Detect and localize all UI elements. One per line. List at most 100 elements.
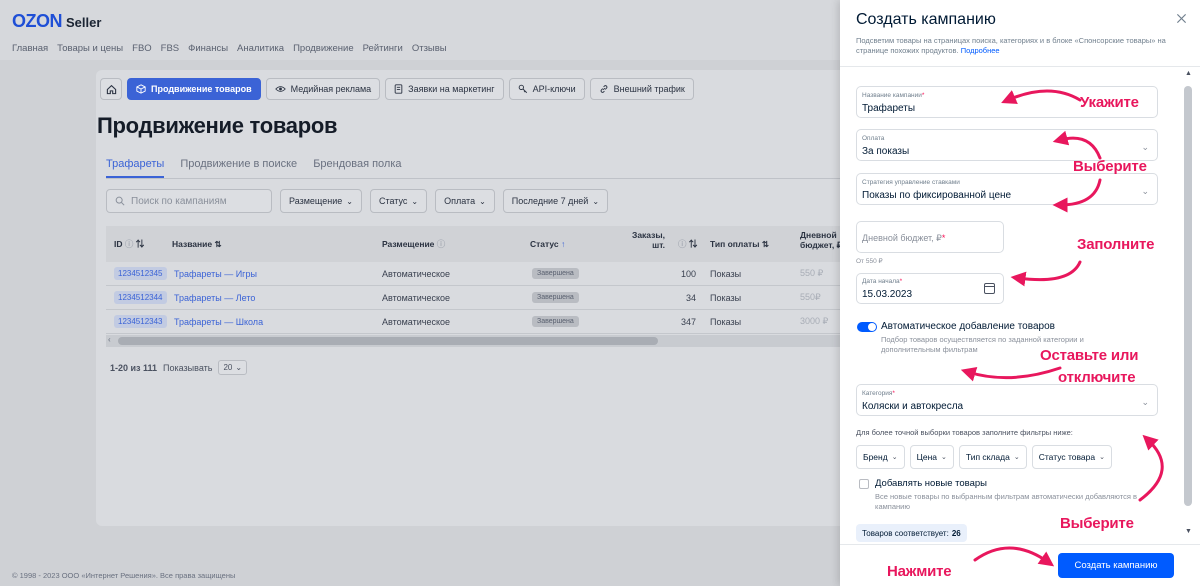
logo-product: Seller — [66, 15, 102, 30]
top-nav-item-products[interactable]: Товары и цены — [57, 43, 123, 54]
tab-stencils[interactable]: Трафареты — [106, 158, 165, 178]
campaign-orders: 347 — [680, 316, 696, 327]
start-date-value: 15.03.2023 — [862, 289, 913, 300]
ozon-logo[interactable]: OZON Seller — [12, 11, 101, 32]
filter-price[interactable]: Цена ⌄ — [909, 445, 954, 469]
category-select[interactable]: Категория* Коляски и автокресла ⌄ — [856, 384, 1158, 416]
add-new-products-description: Все новые товары по выбранным фильтрам а… — [875, 492, 1137, 511]
bid-strategy-select[interactable]: Стратегия управление ставками Показы по … — [856, 173, 1158, 205]
filter-label: Размещение — [289, 196, 343, 206]
required-mark: * — [899, 278, 903, 285]
campaign-name-link[interactable]: Трафареты — Лето — [174, 293, 255, 303]
filter-label: Статус товара — [1038, 452, 1096, 462]
subnav-label: Заявки на маркетинг — [408, 84, 495, 94]
header-name[interactable]: Название ⇅ — [172, 239, 222, 250]
table-row[interactable]: 1234512344 Трафареты — Лето Автоматическ… — [106, 286, 840, 310]
chevron-left-icon[interactable]: ‹ — [108, 335, 111, 344]
close-button[interactable] — [1176, 11, 1187, 29]
chevron-up-icon[interactable]: ▲ — [1185, 70, 1192, 77]
top-nav-item-main[interactable]: Главная — [12, 43, 48, 54]
header-label: ID — [114, 239, 123, 249]
campaign-id[interactable]: 1234512345 — [114, 267, 167, 280]
tab-brand-shelf[interactable]: Брендовая полка — [313, 158, 401, 178]
top-nav-item-finance[interactable]: Финансы — [188, 43, 228, 54]
campaign-name-link[interactable]: Трафареты — Игры — [174, 269, 257, 279]
top-nav-item-ratings[interactable]: Рейтинги — [363, 43, 403, 54]
filter-status[interactable]: Статус ⌄ — [369, 189, 428, 213]
campaign-name-link[interactable]: Трафареты — Школа — [174, 317, 263, 327]
create-campaign-button[interactable]: Создать кампанию — [1058, 553, 1174, 578]
header-id[interactable]: ID ⓘ ⇅ — [114, 238, 144, 250]
table-horizontal-scrollbar[interactable]: ‹ — [106, 335, 840, 347]
matching-products-badge: Товаров соответствует: 26 — [856, 524, 967, 542]
required-mark: * — [892, 390, 895, 397]
campaign-search-input[interactable]: Поиск по кампаниям — [106, 189, 272, 213]
table-header: ID ⓘ ⇅ Название ⇅ Размещение ⓘ Статус ↑ … — [106, 226, 842, 262]
drawer-description: Подсветим товары на страницах поиска, ка… — [856, 36, 1166, 56]
annotation-fill: Заполните — [1077, 236, 1155, 253]
header-status[interactable]: Статус ↑ — [530, 239, 565, 249]
home-button[interactable] — [100, 78, 122, 100]
header-label: Дневной — [800, 230, 837, 240]
top-bar: OZON Seller Главная Товары и цены FBO FBS… — [0, 0, 840, 60]
drawer-vertical-scrollbar[interactable]: ▲ ▼ — [1182, 70, 1194, 540]
scrollbar-thumb[interactable] — [1184, 86, 1192, 506]
search-icon — [115, 196, 125, 206]
logo-brand: OZON — [12, 11, 63, 31]
filter-brand[interactable]: Бренд ⌄ — [856, 445, 905, 469]
field-label: Дата начала* — [862, 278, 902, 285]
more-link[interactable]: Подробнее — [961, 46, 1000, 55]
start-date-input[interactable]: Дата начала* 15.03.2023 — [856, 273, 1004, 304]
auto-add-toggle[interactable] — [857, 322, 877, 332]
subnav-external-traffic[interactable]: Внешний трафик — [589, 78, 694, 100]
daily-budget-input[interactable]: Дневной бюджет, ₽* — [856, 221, 1004, 253]
subnav-api-keys[interactable]: API-ключи — [508, 78, 585, 100]
chevron-down-icon: ⌄ — [1013, 454, 1020, 461]
top-nav-item-analytics[interactable]: Аналитика — [237, 43, 284, 54]
campaign-placement: Автоматическое — [382, 316, 451, 327]
scrollbar-thumb[interactable] — [118, 337, 658, 345]
subnav-media-ads[interactable]: Медийная реклама — [265, 78, 381, 100]
tab-search-promotion[interactable]: Продвижение в поиске — [180, 158, 297, 178]
filter-period[interactable]: Последние 7 дней ⌄ — [502, 189, 609, 213]
field-label: Категория* — [862, 390, 895, 397]
campaign-placement: Автоматическое — [382, 268, 451, 279]
campaigns-table: ID ⓘ ⇅ Название ⇅ Размещение ⓘ Статус ↑ … — [106, 226, 842, 334]
annotation-choose: Выберите — [1073, 158, 1147, 175]
box-icon — [136, 84, 146, 94]
matches-label: Товаров соответствует: — [862, 528, 949, 538]
header-orders[interactable]: Заказы, шт. — [632, 230, 665, 250]
top-nav-item-reviews[interactable]: Отзывы — [412, 43, 447, 54]
field-label: Оплата — [862, 135, 885, 142]
page-size-select[interactable]: 20 ⌄ — [218, 360, 248, 375]
filter-payment[interactable]: Оплата ⌄ — [435, 189, 495, 213]
header-budget[interactable]: Дневной бюджет, ₽ — [800, 230, 842, 250]
subnav-product-promotion[interactable]: Продвижение товаров — [127, 78, 261, 100]
table-row[interactable]: 1234512345 Трафареты — Игры Автоматическ… — [106, 262, 840, 286]
subnav-marketing-requests[interactable]: Заявки на маркетинг — [385, 78, 504, 100]
subnav-label: API-ключи — [532, 84, 576, 94]
filter-label: Статус — [378, 196, 408, 206]
campaign-id[interactable]: 1234512344 — [114, 291, 167, 304]
campaign-pay-type: Показы — [710, 316, 742, 327]
top-nav-item-promotion[interactable]: Продвижение — [293, 43, 354, 54]
auto-add-label: Автоматическое добавление товаров — [881, 321, 1055, 332]
eye-icon — [274, 86, 286, 92]
top-nav-item-fbo[interactable]: FBO — [132, 43, 152, 54]
add-new-products-checkbox[interactable] — [859, 479, 869, 489]
table-row[interactable]: 1234512343 Трафареты — Школа Автоматичес… — [106, 310, 840, 334]
filter-placement[interactable]: Размещение ⌄ — [280, 189, 362, 213]
chevron-down-icon: ⌄ — [479, 196, 486, 206]
link-icon — [600, 85, 607, 93]
header-pay-type[interactable]: Тип оплаты ⇅ — [710, 239, 769, 250]
campaign-id[interactable]: 1234512343 — [114, 315, 167, 328]
calendar-icon[interactable] — [984, 283, 995, 294]
header-placement[interactable]: Размещение ⓘ — [382, 238, 445, 250]
filters-hint: Для более точной выборки товаров заполни… — [856, 428, 1073, 437]
top-nav-item-fbs[interactable]: FBS — [161, 43, 179, 54]
tabs-divider — [106, 178, 840, 179]
payment-select[interactable]: Оплата За показы ⌄ — [856, 129, 1158, 161]
filter-product-status[interactable]: Статус товара ⌄ — [1031, 445, 1112, 469]
chevron-down-icon[interactable]: ▼ — [1185, 528, 1192, 535]
filter-warehouse-type[interactable]: Тип склада ⌄ — [958, 445, 1027, 469]
